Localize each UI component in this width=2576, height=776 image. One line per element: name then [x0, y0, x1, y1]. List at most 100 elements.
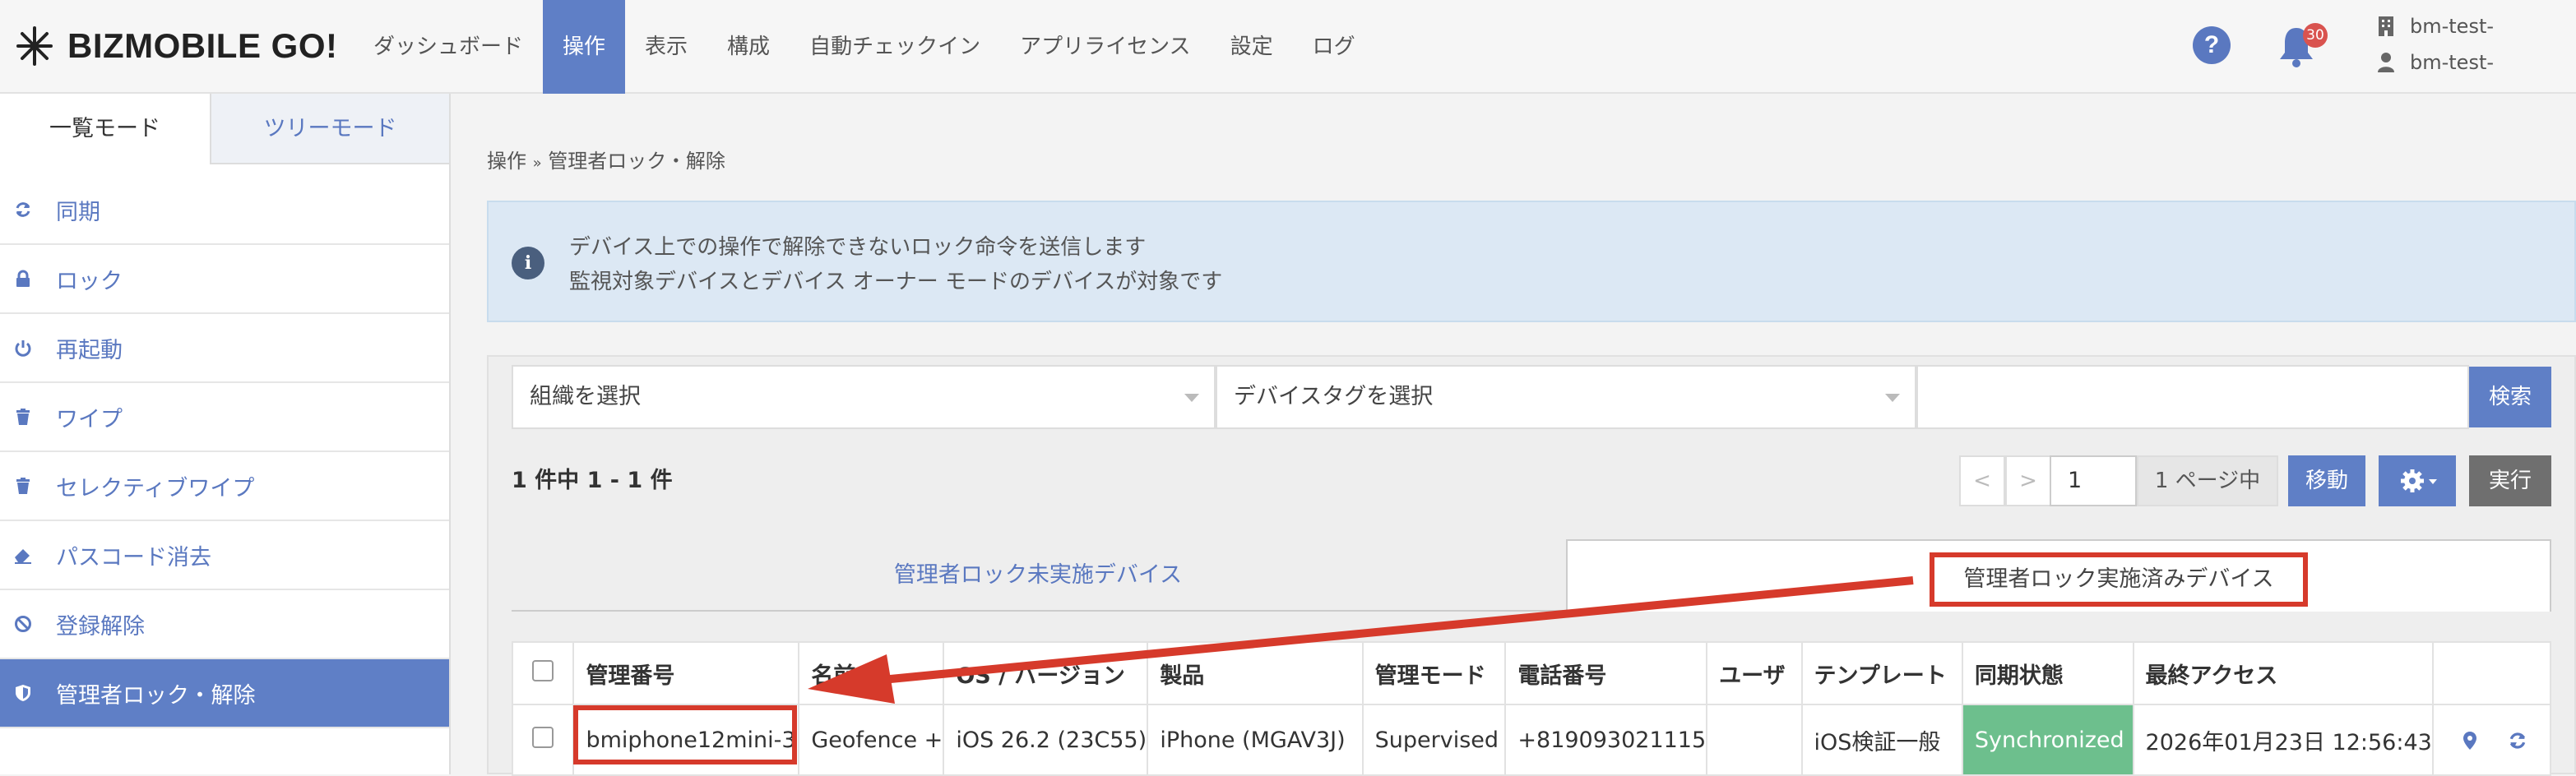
user-name: bm-test- [2410, 51, 2495, 74]
sync-icon[interactable] [2508, 731, 2527, 751]
col-os-version[interactable]: OS / バージョン [943, 641, 1149, 705]
breadcrumb-current: 管理者ロック・解除 [548, 150, 725, 173]
tab-locked-devices-label[interactable]: 管理者ロック実施済みデバイス [1930, 552, 2308, 607]
result-count: 1 件中 1 - 1 件 [512, 468, 673, 493]
notification-badge: 30 [2303, 23, 2328, 48]
nav-config[interactable]: 構成 [707, 0, 790, 94]
row-select-cell[interactable] [511, 704, 575, 776]
sidebar-item-label: セレクティブワイプ [56, 475, 255, 501]
shield-icon [13, 683, 33, 703]
tab-list-mode[interactable]: 一覧モード [0, 94, 212, 164]
sync-icon [13, 200, 33, 219]
sidebar-item-clear-passcode[interactable]: パスコード消去 [0, 521, 449, 590]
nav-operation[interactable]: 操作 [543, 0, 626, 94]
gear-icon [2401, 469, 2437, 492]
annotation-highlight-box [573, 705, 797, 764]
nav-app-license[interactable]: アプリライセンス [1000, 0, 1210, 94]
template-link[interactable]: iOS検証一般 [1800, 704, 1963, 776]
col-management-no[interactable]: 管理番号 [572, 641, 800, 705]
org-name: bm-test- [2410, 15, 2495, 38]
select-all-checkbox[interactable] [532, 659, 554, 681]
sidebar-item-sync[interactable]: 同期 [0, 176, 449, 245]
nav-log[interactable]: ログ [1293, 0, 1375, 94]
nav-dashboard[interactable]: ダッシュボード [354, 0, 543, 94]
sidebar-item-label: 再起動 [56, 337, 123, 363]
chevron-down-icon [1885, 394, 1900, 402]
building-icon [2379, 16, 2393, 36]
org-select[interactable]: 組織を選択 [512, 365, 1216, 429]
logo-text: BIZMOBILE GO! [67, 26, 338, 65]
map-pin-icon[interactable] [2462, 731, 2478, 751]
sidebar-item-selective-wipe[interactable]: セレクティブワイプ [0, 452, 449, 521]
col-phone[interactable]: 電話番号 [1504, 641, 1708, 705]
chevron-down-icon [1184, 394, 1199, 402]
tab-tree-mode[interactable]: ツリーモード [211, 94, 449, 164]
col-sync-status[interactable]: 同期状態 [1961, 641, 2134, 705]
col-product[interactable]: 製品 [1147, 641, 1364, 705]
trash-icon [13, 476, 33, 496]
nav-auto-checkin[interactable]: 自動チェックイン [790, 0, 1000, 94]
info-icon: i [512, 247, 544, 279]
user-icon [2378, 53, 2394, 72]
breadcrumb: 操作 » 管理者ロック・解除 [487, 145, 725, 173]
col-management-mode[interactable]: 管理モード [1361, 641, 1507, 705]
col-user[interactable]: ユーザ [1706, 641, 1803, 705]
sidebar-item-lock[interactable]: ロック [0, 245, 449, 314]
sidebar-item-admin-lock[interactable]: 管理者ロック・解除 [0, 659, 449, 728]
select-all-cell[interactable] [511, 641, 575, 705]
breadcrumb-parent[interactable]: 操作 [487, 150, 526, 173]
sidebar-item-label: ロック [56, 268, 123, 294]
eraser-icon [13, 545, 33, 565]
user-menu[interactable]: bm-test- [2377, 51, 2494, 74]
phone-number: +819093021115 [1504, 704, 1708, 776]
nav-settings[interactable]: 設定 [1211, 0, 1293, 94]
page-number-input[interactable]: 1 [2050, 455, 2137, 506]
run-button[interactable]: 実行 [2469, 455, 2551, 506]
tag-select-value: デバイスタグを選択 [1234, 384, 1434, 409]
sidebar-item-label: ワイプ [56, 406, 123, 432]
sidebar-tabs: 一覧モード ツリーモード [0, 94, 449, 164]
user [1706, 704, 1803, 776]
sidebar-item-unenroll[interactable]: 登録解除 [0, 590, 449, 659]
prev-page-button[interactable]: < [1959, 455, 2005, 506]
info-line-1: デバイス上での操作で解除できないロック命令を送信します [569, 235, 1147, 260]
trash-icon [13, 407, 33, 427]
power-icon [13, 338, 33, 358]
management-mode: Supervised [1361, 704, 1507, 776]
settings-dropdown-button[interactable] [2379, 455, 2456, 506]
sidebar-item-label: 管理者ロック・解除 [56, 682, 256, 709]
sidebar: 一覧モード ツリーモード 同期 ロック 再起動 ワイプ セレクティブワイプ パス… [0, 94, 451, 774]
table-header-row: 管理番号 名前 OS / バージョン 製品 管理モード 電話番号 ユーザ テンプ… [511, 641, 2552, 705]
sidebar-item-label: 登録解除 [56, 613, 145, 640]
lock-icon [13, 269, 33, 289]
move-button[interactable]: 移動 [2288, 455, 2365, 506]
search-button[interactable]: 検索 [2469, 367, 2551, 427]
row-actions [2431, 704, 2552, 776]
sidebar-item-label: 同期 [56, 199, 100, 225]
top-navbar: BIZMOBILE GO! ダッシュボード 操作 表示 構成 自動チェックイン … [0, 0, 2576, 94]
col-template[interactable]: テンプレート [1800, 641, 1963, 705]
sidebar-item-label: パスコード消去 [56, 544, 211, 570]
os-version: iOS 26.2 (23C55) [943, 704, 1149, 776]
sidebar-menu: 同期 ロック 再起動 ワイプ セレクティブワイプ パスコード消去 登録解除 管理… [0, 176, 449, 728]
sidebar-item-restart[interactable]: 再起動 [0, 314, 449, 383]
main-nav: ダッシュボード 操作 表示 構成 自動チェックイン アプリライセンス 設定 ログ [354, 0, 1375, 94]
logo-mark-icon [16, 26, 53, 66]
col-name[interactable]: 名前 [798, 641, 945, 705]
tag-select[interactable]: デバイスタグを選択 [1216, 365, 1916, 429]
org-select-value: 組織を選択 [530, 384, 641, 409]
next-page-button[interactable]: > [2005, 455, 2051, 506]
last-access: 2026年01月23日 12:56:43 [2132, 704, 2434, 776]
sync-status-badge: Synchronized [1961, 704, 2134, 776]
sidebar-item-wipe[interactable]: ワイプ [0, 383, 449, 452]
tab-not-locked-devices[interactable]: 管理者ロック未実施デバイス [512, 539, 1564, 612]
row-checkbox[interactable] [532, 726, 554, 748]
product: iPhone (MGAV3J) [1147, 704, 1364, 776]
nav-view[interactable]: 表示 [625, 0, 707, 94]
col-last-access[interactable]: 最終アクセス [2132, 641, 2434, 705]
help-icon[interactable]: ? [2193, 26, 2231, 64]
app-logo[interactable]: BIZMOBILE GO! [12, 21, 337, 71]
col-actions [2431, 641, 2552, 705]
org-menu[interactable]: bm-test- [2377, 15, 2494, 38]
search-input[interactable] [1916, 365, 2469, 429]
